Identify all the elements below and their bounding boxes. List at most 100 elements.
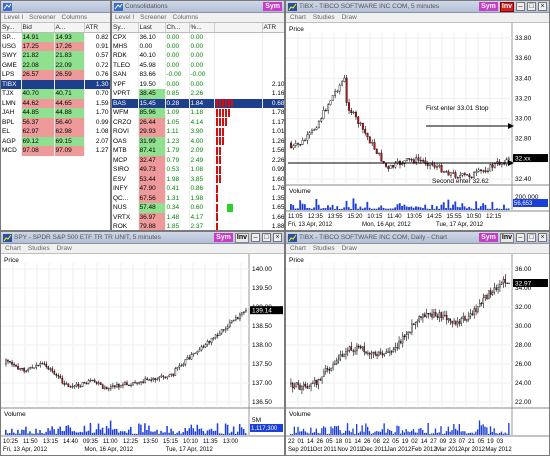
menu-chart[interactable]: Chart	[5, 245, 21, 252]
tab-columns[interactable]: Columns	[173, 14, 199, 21]
close-button[interactable]: ×	[538, 2, 547, 11]
table-row[interactable]: BAS 15.45 0.28 1.84 0.68	[112, 98, 284, 108]
time-tick-label: 27	[430, 439, 437, 445]
tab-level1[interactable]: Level I	[115, 14, 134, 21]
volume-bar	[495, 433, 497, 435]
candle	[488, 290, 490, 299]
chart-titlebar[interactable]: TIBX - TIBCO SOFTWARE INC COM, 5 minutes…	[286, 1, 549, 13]
candle	[317, 121, 320, 129]
tab-level1[interactable]: Level I	[4, 14, 23, 21]
volume-bar	[150, 431, 152, 435]
table-row[interactable]: CPX 36.10 0.00 0.00	[112, 32, 284, 42]
table-row[interactable]: MCD 97.08 97.09 1.27	[1, 146, 110, 156]
col-header-percent[interactable]: %...	[189, 23, 215, 33]
symbol-link-button[interactable]: Sym	[214, 233, 233, 242]
table-row[interactable]: ESV 53.44 1.98 3.85 1.60	[112, 174, 284, 184]
minimize-button[interactable]: –	[516, 2, 525, 11]
volume-bar	[445, 207, 447, 210]
col-header-symbol[interactable]: Sy...	[112, 23, 139, 33]
maximize-button[interactable]: □	[262, 233, 271, 242]
symbol-link-button[interactable]: Sym	[479, 233, 498, 242]
menu-chart[interactable]: Chart	[290, 245, 306, 252]
menu-draw[interactable]: Draw	[57, 245, 72, 252]
table-row[interactable]: AGP 69.12 69.15 2.07	[1, 136, 110, 146]
consolidations-titlebar[interactable]: Consolidations Sym	[112, 1, 284, 13]
table-row[interactable]: TJX 40.70 40.71 0.70	[1, 89, 110, 99]
volume-bar	[322, 208, 325, 210]
chart-titlebar[interactable]: TIBX - TIBCO SOFTWARE INC COM, Daily - C…	[286, 232, 549, 244]
col-header-range-bar[interactable]	[214, 23, 263, 33]
price-volume-chart[interactable]: Price36.0034.0032.0030.0028.0026.0024.00…	[286, 254, 549, 455]
table-row[interactable]: YPF 19.50 0.00 0.00 2.10	[112, 79, 284, 89]
invert-button[interactable]: Inv	[499, 1, 514, 12]
invert-button[interactable]: Inv	[234, 232, 249, 243]
symbol-link-button[interactable]: Sym	[263, 2, 282, 11]
table-row[interactable]: LPS 26.57 26.59 0.76	[1, 70, 110, 80]
table-row[interactable]: SIRO 49.73 0.53 1.08 0.99	[112, 165, 284, 175]
table-row[interactable]: QC... 67.56 1.31 1.98 1.35	[112, 193, 284, 203]
maximize-button[interactable]: □	[527, 2, 536, 11]
price-volume-chart[interactable]: Price140.00139.50139.00138.50138.00137.5…	[1, 254, 284, 455]
col-header-atr[interactable]: ATR	[84, 23, 110, 33]
candle	[61, 378, 64, 384]
symbol-link-button[interactable]: Sym	[479, 2, 498, 11]
col-header-bid[interactable]: Bid	[21, 23, 55, 33]
col-header-atr[interactable]: ATR	[262, 23, 284, 33]
candle	[95, 381, 98, 384]
table-row[interactable]: MHS 0.00 0.00 0.00	[112, 41, 284, 51]
table-row[interactable]: NUS 57.48 0.34 0.60 1.65	[112, 203, 284, 213]
menu-draw[interactable]: Draw	[342, 245, 357, 252]
minimize-button[interactable]: –	[516, 233, 525, 242]
table-row[interactable]: SWY 21.82 21.83 0.57	[1, 51, 110, 61]
table-row[interactable]: BPL 56.37 56.40 0.99	[1, 117, 110, 127]
atr-cell: 0.57	[84, 51, 110, 61]
volume-bar	[312, 432, 314, 435]
table-row[interactable]: GME 22.08 22.09 0.72	[1, 60, 110, 70]
candle	[162, 375, 165, 378]
tab-screener[interactable]: Screener	[140, 14, 166, 21]
volume-bar	[341, 433, 343, 435]
table-row[interactable]: EL 62.97 62.98 1.08	[1, 127, 110, 137]
chart-titlebar[interactable]: SPY - SPDR S&P 500 ETF TR TR UNIT, 5 min…	[1, 232, 284, 244]
table-row[interactable]: USG 17.25 17.26 0.91	[1, 41, 110, 51]
table-row[interactable]: CRZO 26.44 1.05 4.14 1.17	[112, 117, 284, 127]
table-row[interactable]: MTB 87.41 1.79 2.09 1.56	[112, 146, 284, 156]
date-tick-label: Apr 2012	[461, 447, 486, 453]
menu-chart[interactable]: Chart	[290, 14, 306, 21]
table-row[interactable]: WFM 85.96 1.09 1.18 1.78	[112, 108, 284, 118]
table-row[interactable]: VRTX 36.97 1.48 4.17 1.66	[112, 212, 284, 222]
table-row[interactable]: MCP 32.47 0.79 2.49 2.26	[112, 155, 284, 165]
table-row[interactable]: ROK 79.88 1.85 2.37 1.88	[112, 222, 284, 230]
table-row[interactable]: JAH 44.85 44.88 1.70	[1, 108, 110, 118]
table-row[interactable]: SAN 83.66 -0.00 -0.00	[112, 70, 284, 80]
close-button[interactable]: ×	[538, 233, 547, 242]
menu-studies[interactable]: Studies	[313, 14, 335, 21]
tab-screener[interactable]: Screener	[29, 14, 55, 21]
invert-button[interactable]: Inv	[499, 232, 514, 243]
col-header-change[interactable]: Ch...	[165, 23, 190, 33]
table-row[interactable]: OAS 31.99 1.23 4.00 1.26	[112, 136, 284, 146]
minimize-button[interactable]: –	[251, 233, 260, 242]
col-header-last[interactable]: Last	[138, 23, 166, 33]
watchlist-titlebar[interactable]	[1, 1, 110, 13]
menu-studies[interactable]: Studies	[28, 245, 50, 252]
table-row[interactable]: SP... 14.91 14.93 0.82	[1, 32, 110, 42]
price-volume-chart[interactable]: Price33.8033.6033.4033.2033.0032.8032.60…	[286, 23, 549, 230]
table-row[interactable]: LMN 44.62 44.65 1.59	[1, 98, 110, 108]
last-cell: 36.10	[138, 32, 166, 42]
maximize-button[interactable]: □	[527, 233, 536, 242]
col-header-ask[interactable]: A...	[54, 23, 85, 33]
tab-columns[interactable]: Columns	[62, 14, 88, 21]
close-button[interactable]: ×	[273, 233, 282, 242]
table-row[interactable]: TIBX 1.30	[1, 79, 110, 89]
candle	[212, 337, 215, 339]
table-row[interactable]: VPRT 38.45 0.85 2.26 1.16	[112, 89, 284, 99]
table-row[interactable]: INFY 47.90 0.41 0.86 1.76	[112, 184, 284, 194]
table-row[interactable]: ROVI 29.93 1.11 3.90 1.01	[112, 127, 284, 137]
col-header-symbol[interactable]: Sy...	[1, 23, 22, 33]
candle	[13, 364, 15, 366]
table-row[interactable]: RDK 40.10 0.00 0.00	[112, 51, 284, 61]
menu-studies[interactable]: Studies	[313, 245, 335, 252]
menu-draw[interactable]: Draw	[342, 14, 357, 21]
table-row[interactable]: TLEO 45.98 0.00 0.00	[112, 60, 284, 70]
